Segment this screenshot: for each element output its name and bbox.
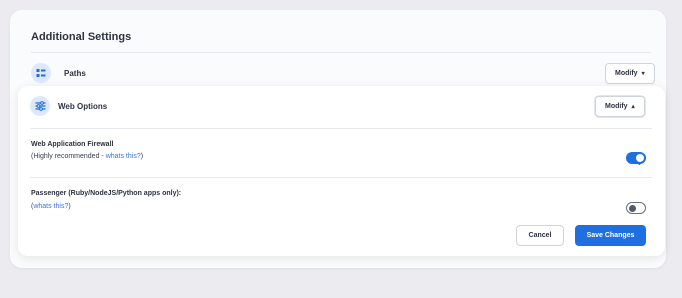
divider	[30, 177, 652, 178]
passenger-setting-title: Passenger (Ruby/NodeJS/Python apps only)…	[31, 190, 182, 197]
passenger-toggle[interactable]	[626, 202, 646, 214]
sliders-icon	[30, 96, 50, 116]
section-title: Additional Settings	[31, 31, 132, 43]
waf-setting-title: Web Application Firewall	[31, 141, 114, 148]
modify-label: Modify	[615, 70, 638, 77]
web-options-label: Web Options	[58, 102, 108, 111]
divider	[30, 128, 652, 129]
modify-label: Modify	[605, 103, 628, 110]
waf-whats-this-link[interactable]: whats this?	[106, 153, 141, 160]
chevron-up-icon: ▴	[631, 104, 635, 110]
paths-modify-button[interactable]: Modify ▾	[605, 63, 655, 84]
passenger-whats-this-link[interactable]: whats this?	[33, 203, 68, 210]
waf-toggle[interactable]	[626, 152, 646, 166]
cancel-button[interactable]: Cancel	[516, 225, 564, 246]
waf-setting-description: (Highly recommended - whats this?)	[31, 153, 144, 160]
web-options-modify-button[interactable]: Modify ▴	[595, 96, 645, 117]
paths-row: Paths Modify ▾	[31, 60, 655, 88]
passenger-setting-description: (whats this?)	[31, 203, 71, 210]
check-icon	[637, 161, 643, 166]
web-options-card: Web Options Modify ▴ Web Application Fir…	[18, 86, 665, 256]
save-changes-button[interactable]: Save Changes	[575, 225, 646, 246]
toggle-knob	[629, 204, 636, 212]
toggle-knob	[636, 154, 644, 166]
chevron-down-icon: ▾	[641, 71, 645, 77]
paths-icon	[31, 63, 51, 83]
paths-label: Paths	[64, 69, 86, 78]
divider	[31, 52, 651, 53]
